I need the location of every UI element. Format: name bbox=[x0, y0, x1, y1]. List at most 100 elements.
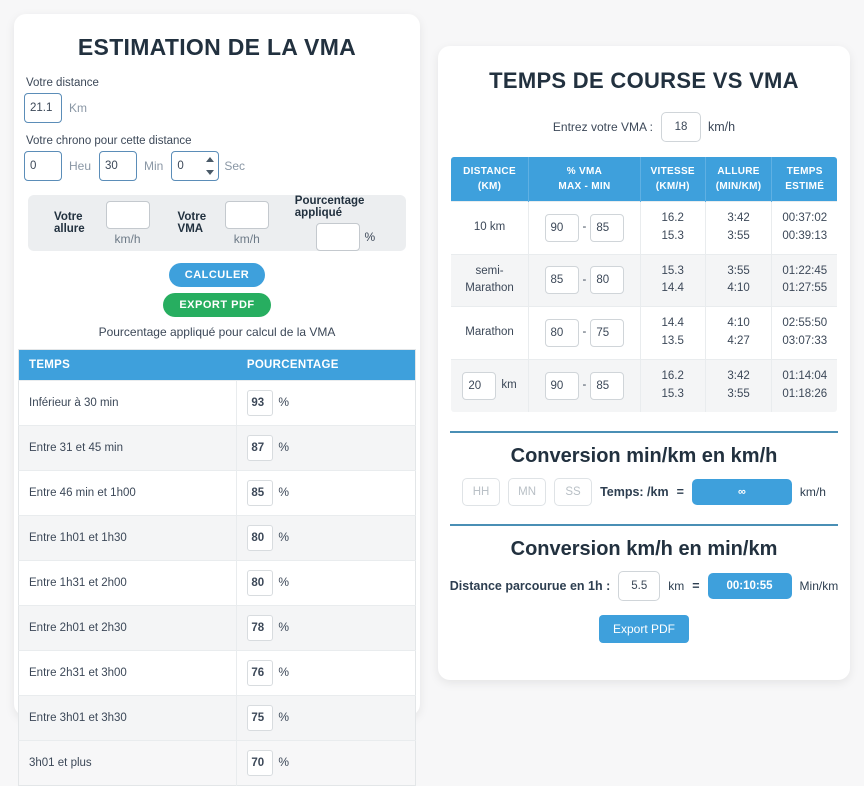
table-row: Marathon - 14.413.54:104:2702:55:5003:07:3… bbox=[451, 306, 837, 360]
pourcentage-row-unit: % bbox=[278, 440, 290, 455]
conv-result-minkm-unit: Min/km bbox=[799, 578, 839, 593]
pourcentage-row-input[interactable] bbox=[247, 435, 274, 461]
cell-pourcentage: % bbox=[236, 695, 416, 741]
table-header-row: TEMPS POURCENTAGE bbox=[18, 349, 416, 381]
vma-range-dash: - bbox=[582, 220, 587, 233]
pourcentage-row-unit: % bbox=[278, 710, 290, 725]
pourcentage-row-unit: % bbox=[278, 575, 290, 590]
pourcentage-row-input[interactable] bbox=[247, 750, 274, 776]
cell-temps: Inférieur à 30 min bbox=[18, 380, 237, 426]
conv-equals-1: = bbox=[676, 484, 684, 499]
cell-temps: Entre 2h01 et 2h30 bbox=[18, 605, 237, 651]
table-caption: Pourcentage appliqué pour calcul de la V… bbox=[98, 325, 336, 339]
vma-min-input[interactable] bbox=[590, 213, 625, 242]
vma-range-dash: - bbox=[582, 326, 587, 339]
conv-distance-label: Distance parcourue en 1h : bbox=[449, 578, 611, 593]
chrono-minutes-input[interactable] bbox=[99, 151, 138, 181]
distance-line2: Marathon bbox=[465, 282, 514, 295]
pourcentage-row-input[interactable] bbox=[247, 660, 274, 686]
pourcentage-row-input[interactable] bbox=[247, 570, 274, 596]
cell-pourcentage: % bbox=[236, 650, 416, 696]
conv-distance-unit: km bbox=[668, 578, 685, 593]
conversion-kmh-title: Conversion km/h en min/km bbox=[510, 537, 778, 560]
cell-vitesse: 16.2 15.3 bbox=[640, 358, 706, 412]
vma-entry-input[interactable] bbox=[660, 112, 701, 142]
conv-distance-input[interactable] bbox=[618, 570, 661, 601]
table-row: Entre 46 min et 1h00% bbox=[18, 470, 416, 516]
pourcentage-row-input[interactable] bbox=[247, 705, 274, 731]
allure-input[interactable] bbox=[105, 200, 150, 229]
table-row: 3h01 et plus% bbox=[18, 740, 416, 786]
cell-temps: 3h01 et plus bbox=[18, 740, 237, 786]
cell-vma-range: - bbox=[528, 201, 641, 255]
vma-min-input[interactable] bbox=[590, 371, 625, 400]
cell-pourcentage: % bbox=[236, 740, 416, 786]
chrono-seconds-input[interactable] bbox=[171, 151, 220, 181]
vma-min-input[interactable] bbox=[590, 266, 625, 295]
chrono-hours-input[interactable] bbox=[24, 151, 62, 181]
conv-ss-input[interactable] bbox=[554, 477, 593, 506]
table-row: Entre 2h01 et 2h30% bbox=[18, 605, 416, 651]
header-line2: (KM) bbox=[477, 181, 502, 192]
distance-input[interactable] bbox=[24, 93, 62, 123]
vma-unit: km/h bbox=[233, 231, 260, 246]
chrono-hours-unit: Heu bbox=[69, 159, 92, 173]
pourcentage-row-unit: % bbox=[278, 485, 290, 500]
vma-entry-unit: km/h bbox=[707, 120, 736, 134]
conversion-minkm-row: Temps: /km = ∞ km/h bbox=[438, 477, 850, 506]
table-row: Entre 31 et 45 min% bbox=[18, 425, 416, 471]
table-row: Inférieur à 30 min% bbox=[18, 380, 416, 426]
pourcentage-row-unit: % bbox=[278, 395, 290, 410]
distance-label: Votre distance bbox=[26, 77, 99, 89]
conv-hh-input[interactable] bbox=[462, 477, 501, 506]
chrono-seconds-stepper[interactable] bbox=[171, 151, 220, 181]
vma-range-dash: - bbox=[582, 273, 587, 286]
pourcentage-unit: % bbox=[364, 230, 376, 244]
conversion-kmh-row: Distance parcourue en 1h : km = 00:10:55… bbox=[438, 570, 850, 601]
divider-2 bbox=[450, 523, 838, 526]
cell-vitesse: 16.2 15.3 bbox=[640, 201, 706, 255]
cell-pourcentage: % bbox=[236, 560, 416, 606]
conv-mn-input[interactable] bbox=[508, 477, 547, 506]
left-actions: CALCULER bbox=[24, 263, 410, 287]
vma-max-input[interactable] bbox=[544, 213, 579, 242]
vma-input[interactable] bbox=[224, 200, 269, 229]
distance-row-unit: km bbox=[501, 378, 517, 391]
cell-vma-range: - bbox=[528, 358, 641, 412]
cell-temps-estime: 01:22:45 01:27:55 bbox=[771, 253, 837, 307]
pourcentage-row-input[interactable] bbox=[247, 525, 274, 551]
pourcentage-row-input[interactable] bbox=[247, 390, 274, 416]
vma-max-input[interactable] bbox=[544, 371, 579, 400]
vma-min-input[interactable] bbox=[590, 319, 625, 348]
conv-temps-label: Temps: /km bbox=[600, 484, 669, 499]
right-export-pdf-button[interactable]: Export PDF bbox=[598, 614, 689, 643]
distance-row-input[interactable] bbox=[462, 371, 497, 400]
temps-course-card: TEMPS DE COURSE VS VMA Entrez votre VMA … bbox=[438, 46, 850, 680]
header-line1: ALLURE bbox=[717, 166, 760, 177]
conv-result-unit: km/h bbox=[799, 484, 826, 499]
left-actions-secondary: EXPORT PDF bbox=[24, 293, 410, 317]
vma-label: Votre VMA bbox=[177, 211, 207, 235]
cell-temps: Entre 2h31 et 3h00 bbox=[18, 650, 237, 696]
pourcentage-row-unit: % bbox=[278, 620, 290, 635]
calculer-button[interactable]: CALCULER bbox=[168, 263, 266, 287]
export-pdf-button[interactable]: EXPORT PDF bbox=[163, 293, 271, 317]
table-row: Entre 2h31 et 3h00% bbox=[18, 650, 416, 696]
page-title: ESTIMATION DE LA VMA bbox=[77, 34, 357, 60]
cell-vitesse: 15.3 14.4 bbox=[640, 253, 706, 307]
table-row: km - 16.215.33:423:5501:14:0401:18:26 bbox=[451, 358, 837, 412]
pourcentage-input[interactable] bbox=[315, 223, 360, 251]
cell-vma-range: - bbox=[528, 253, 641, 307]
conversion-minkm-title: Conversion min/km en km/h bbox=[510, 444, 778, 467]
pourcentage-row-input[interactable] bbox=[247, 615, 274, 641]
cell-distance: km bbox=[451, 358, 530, 412]
header-line1: % VMA bbox=[566, 166, 603, 177]
vma-max-input[interactable] bbox=[544, 319, 579, 348]
pourcentage-row-input[interactable] bbox=[247, 480, 274, 506]
chrono-minutes-unit: Min bbox=[144, 159, 164, 173]
cell-allure: 3:55 4:10 bbox=[705, 253, 773, 307]
header-line1: VITESSE bbox=[650, 166, 695, 177]
vma-max-input[interactable] bbox=[544, 266, 579, 295]
left-form: Votre distance Km Votre chrono pour cett… bbox=[14, 77, 420, 339]
cell-temps-estime: 01:14:04 01:18:26 bbox=[771, 358, 837, 412]
